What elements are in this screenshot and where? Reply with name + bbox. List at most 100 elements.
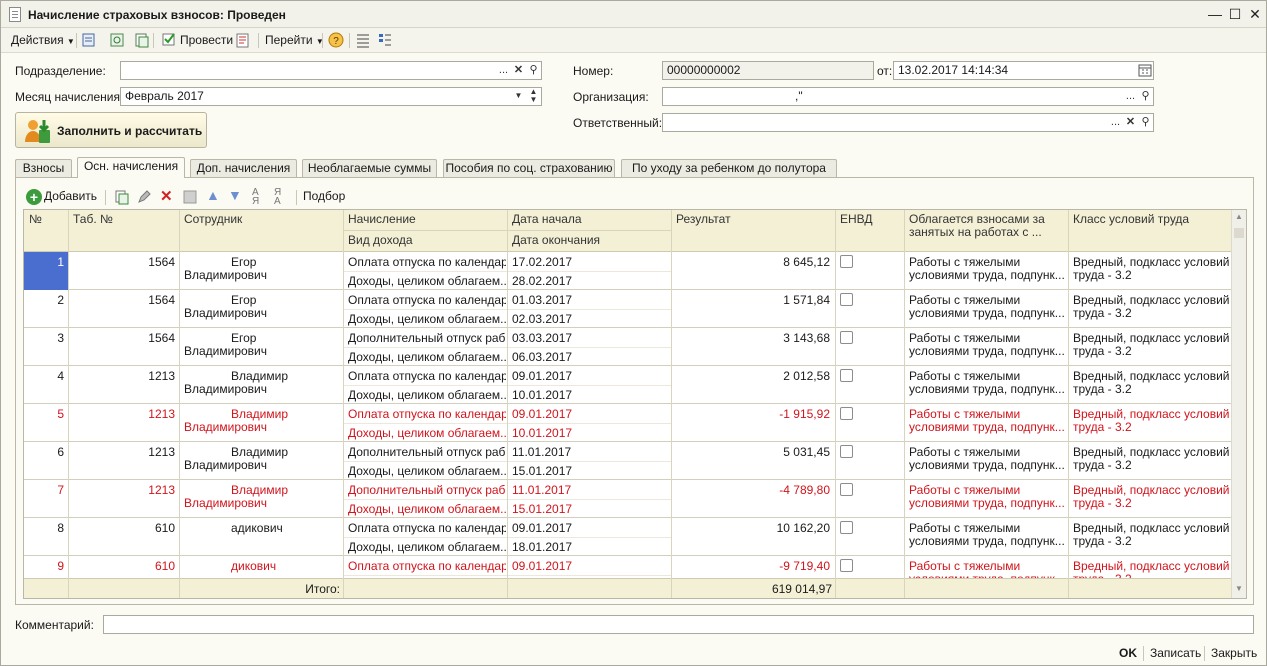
maximize-icon[interactable]: ☐ [1225,5,1245,23]
search-icon[interactable]: ⚲ [1138,114,1153,131]
ok-button[interactable]: OK [1119,646,1137,660]
comment-field[interactable] [103,615,1254,634]
tab-non-taxable[interactable]: Необлагаемые суммы [302,159,437,178]
fill-and-calculate-button[interactable]: Заполнить и рассчитать [15,112,207,148]
accrual-name: Оплата отпуска по календар... [348,256,506,269]
close-icon[interactable]: ✕ [1245,5,1265,23]
income-type: Доходы, целиком облагаем... [348,465,506,478]
sort-descending-icon[interactable]: ЯА [274,188,281,207]
clear-icon[interactable]: ✕ [1123,114,1138,131]
col-work-class[interactable]: Класс условий труда [1069,210,1193,229]
employee-name-line1: Егор [231,256,257,269]
add-icon[interactable]: + [26,189,42,205]
delete-icon[interactable]: ✕ [160,187,173,205]
table-row[interactable]: 1 1564 Егор Владимирович Оплата отпуска по к… [24,252,1232,290]
table-row[interactable]: 4 1213 Владимир Владимирович Оплата отпуска … [24,366,1232,404]
number-field[interactable]: 00000000002 [662,61,874,80]
envd-checkbox[interactable] [840,483,853,496]
scroll-thumb[interactable] [1234,228,1244,238]
col-date-end[interactable]: Дата окончания [508,231,604,250]
envd-checkbox[interactable] [840,407,853,420]
close-button[interactable]: Закрыть [1211,646,1257,660]
col-employee[interactable]: Сотрудник [180,210,246,229]
search-icon[interactable]: ⚲ [526,62,541,79]
organization-field[interactable]: ," [662,87,1154,106]
structure-icon[interactable] [355,32,371,48]
select-ellipsis-icon[interactable]: ... [1123,88,1138,105]
envd-checkbox[interactable] [840,445,853,458]
search-icon[interactable]: ⚲ [1138,88,1153,105]
move-up-icon[interactable]: ▲ [206,187,220,203]
date-field[interactable]: 13.02.2017 14:14:34 [893,61,1154,80]
dropdown-arrow-icon[interactable]: ▼ [511,88,526,105]
work-class-line2: труда - 3.2 [1073,269,1132,282]
tab-main-accruals[interactable]: Осн. начисления [77,157,185,178]
col-date-start[interactable]: Дата начала [508,210,586,229]
date-end: 28.02.2017 [512,275,573,288]
actions-menu-button[interactable]: Действия ▼ [9,31,77,50]
copy-row-icon[interactable] [114,189,130,205]
month-spin-icon[interactable]: ▲ ▼ [526,88,541,105]
move-down-icon[interactable]: ▼ [228,187,242,203]
save-button[interactable]: Записать [1150,646,1201,660]
minimize-icon[interactable]: — [1205,5,1225,23]
clear-icon[interactable]: ✕ [511,62,526,79]
goto-menu-button[interactable]: Перейти ▼ [263,31,326,50]
envd-checkbox[interactable] [840,369,853,382]
envd-checkbox[interactable] [840,521,853,534]
col-result[interactable]: Результат [672,210,735,229]
vertical-scrollbar[interactable]: ▲ ▼ [1231,210,1246,598]
col-num[interactable]: № [25,210,46,229]
income-type: Доходы, целиком облагаем... [348,313,506,326]
post-button[interactable]: Провести [178,31,235,50]
table-row[interactable]: 2 1564 Егор Владимирович Оплата отпуска по к… [24,290,1232,328]
date-start: 17.02.2017 [512,256,573,269]
table-row[interactable]: 5 1213 Владимир Владимирович Оплата отпуска … [24,404,1232,442]
tab-extra-accruals[interactable]: Доп. начисления [190,159,297,178]
col-envd[interactable]: ЕНВД [836,210,877,229]
refresh-icon[interactable] [109,32,125,48]
envd-checkbox[interactable] [840,559,853,572]
calendar-icon[interactable] [1138,63,1152,77]
envd-checkbox[interactable] [840,293,853,306]
post-and-close-icon[interactable] [81,32,97,48]
responsible-field[interactable] [662,113,1154,132]
scroll-down-icon[interactable]: ▼ [1235,584,1243,593]
table-row[interactable]: 3 1564 Егор Владимирович Дополнительный отпу… [24,328,1232,366]
accruals-table[interactable]: № Таб. № Сотрудник Начисление Вид дохода… [23,209,1247,599]
subdivision-label: Подразделение: [15,64,106,78]
selection-button[interactable]: Подбор [303,189,345,203]
col-accrual[interactable]: Начисление [344,210,420,229]
table-row[interactable]: 8 610 адикович Оплата отпуска по календар..… [24,518,1232,556]
help-icon[interactable]: ? [328,32,344,48]
add-button[interactable]: Добавить [44,189,97,203]
redacted-area [184,445,228,458]
envd-checkbox[interactable] [840,331,853,344]
row-number: 4 [57,370,64,383]
end-edit-icon[interactable] [182,189,198,205]
result-amount: 10 162,20 [776,522,830,535]
tab-social-benefits[interactable]: Пособия по соц. страхованию [443,159,615,178]
edit-icon[interactable] [136,189,152,205]
select-ellipsis-icon[interactable]: ... [1108,114,1123,131]
col-income-type[interactable]: Вид дохода [344,231,417,250]
result-amount: 3 143,68 [783,332,830,345]
table-row[interactable]: 6 1213 Владимир Владимирович Дополнительный … [24,442,1232,480]
report-icon[interactable] [235,32,251,48]
tab-childcare[interactable]: По уходу за ребенком до полутора лет [621,159,837,192]
col-tab-number[interactable]: Таб. № [69,210,117,229]
table-row[interactable]: 7 1213 Владимир Владимирович Дополнительный … [24,480,1232,518]
envd-checkbox[interactable] [840,255,853,268]
list-settings-icon[interactable] [377,32,393,48]
tab-contributions[interactable]: Взносы [15,159,72,178]
month-field[interactable]: Февраль 2017 [120,87,542,106]
select-ellipsis-icon[interactable]: ... [496,62,511,79]
subdivision-field[interactable] [120,61,542,80]
col-taxed[interactable]: Облагается взносами за занятых на работа… [905,210,1065,242]
employee-name-line2: Владимирович [184,383,268,396]
copy-document-icon[interactable] [134,32,150,48]
number-label: Номер: [573,64,614,78]
post-icon[interactable] [161,31,177,47]
sort-ascending-icon[interactable]: АЯ [252,188,259,207]
scroll-up-icon[interactable]: ▲ [1235,212,1243,221]
